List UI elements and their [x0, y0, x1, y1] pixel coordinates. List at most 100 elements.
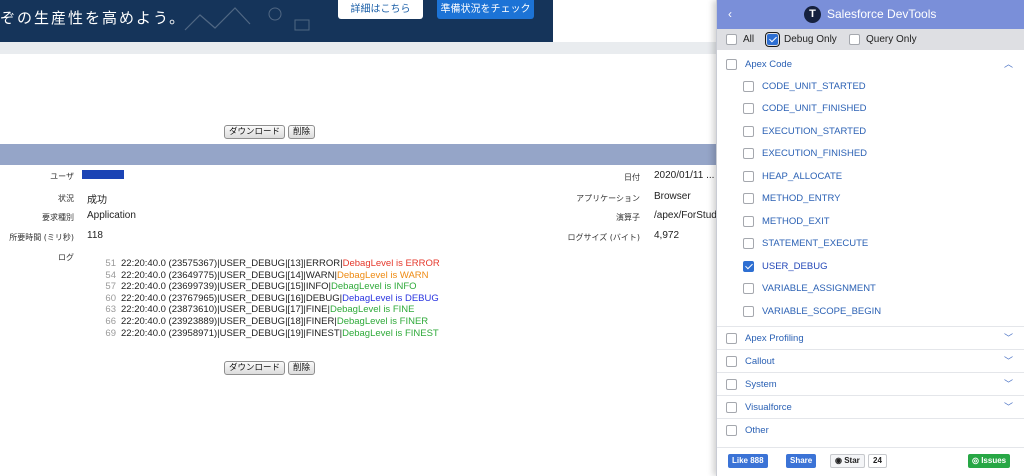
checkbox-icon[interactable]	[743, 282, 754, 294]
log-type-item[interactable]: CODE_UNIT_FINISHED	[717, 97, 1024, 119]
operation-value: /apex/ForStud	[654, 210, 717, 221]
log-type-label: VARIABLE_ASSIGNMENT	[762, 282, 876, 294]
checkbox-icon[interactable]	[743, 237, 754, 249]
github-issues-button[interactable]: ◎ Issues	[968, 454, 1011, 468]
line-number: 60	[105, 292, 116, 304]
checkbox-icon[interactable]	[743, 80, 754, 92]
log-line: 69 22:20:40.0 (23958971)|USER_DEBUG|[19]|…	[96, 328, 440, 340]
issues-label: Issues	[981, 456, 1007, 465]
checkbox-checked-icon[interactable]	[765, 32, 780, 47]
checkbox-icon[interactable]	[743, 102, 754, 114]
log-type-label: CODE_UNIT_FINISHED	[762, 102, 867, 114]
bottom-button-row: ダウンロード 削除	[224, 361, 316, 375]
category-visualforce[interactable]: Visualforce ﹀	[717, 396, 1024, 418]
check-readiness-button[interactable]: 準備状況をチェック	[437, 0, 534, 19]
log-type-item[interactable]: VARIABLE_ASSIGNMENT	[717, 277, 1024, 299]
facebook-like-button[interactable]: Like 888	[728, 454, 768, 468]
log-line: 63 22:20:40.0 (23873610)|USER_DEBUG|[17]|…	[96, 304, 440, 316]
log-line: 66 22:20:40.0 (23923889)|USER_DEBUG|[18]|…	[96, 316, 440, 328]
log-type-label: EXECUTION_STARTED	[762, 125, 867, 137]
details-button[interactable]: 詳細はこちら	[338, 0, 423, 19]
log-prefix: 22:20:40.0 (23767965)|USER_DEBUG|[16]|DE…	[121, 292, 343, 304]
checkbox-icon[interactable]	[743, 147, 754, 159]
log-prefix: 22:20:40.0 (23649775)|USER_DEBUG|[14]|WA…	[121, 269, 337, 281]
category-apex-code[interactable]: Apex Code ︿	[717, 53, 1024, 75]
log-message: DebagLevel is ERROR	[342, 258, 440, 269]
duration-value: 118	[87, 230, 103, 241]
download-button[interactable]: ダウンロード	[224, 125, 286, 139]
devtools-logo-icon: T	[804, 6, 821, 23]
github-icon: ◉	[835, 456, 845, 465]
date-value: 2020/01/11 ...	[654, 170, 715, 181]
checkbox-icon[interactable]	[726, 401, 737, 413]
delete-button[interactable]: 削除	[288, 125, 316, 139]
log-prefix: 22:20:40.0 (23873610)|USER_DEBUG|[17]|FI…	[121, 304, 330, 316]
log-type-item[interactable]: STATEMENT_EXECUTE	[717, 232, 1024, 254]
download-button[interactable]: ダウンロード	[224, 361, 286, 375]
issues-icon: ◎	[972, 456, 982, 465]
checkbox-icon[interactable]	[743, 305, 754, 317]
filter-all[interactable]: All	[726, 34, 754, 45]
duration-label: 所要時間 (ミリ秒)	[9, 233, 74, 242]
category-apex-profiling[interactable]: Apex Profiling ﹀	[717, 327, 1024, 349]
chevron-down-icon[interactable]: ﹀	[1004, 377, 1013, 390]
log-type-label: STATEMENT_EXECUTE	[762, 237, 869, 249]
log-type-item-user-debug[interactable]: USER_DEBUG	[717, 255, 1024, 277]
log-message: DebagLevel is DEBUG	[342, 292, 439, 304]
chevron-down-icon[interactable]: ﹀	[1004, 400, 1013, 413]
checkbox-icon[interactable]	[726, 332, 737, 344]
page-divider	[0, 42, 720, 54]
checkbox-icon[interactable]	[726, 378, 737, 390]
line-number: 57	[105, 281, 116, 293]
category-label: Apex Profiling	[745, 332, 804, 344]
log-type-item[interactable]: METHOD_ENTRY	[717, 187, 1024, 209]
request-type-value: Application	[87, 210, 136, 221]
user-link[interactable]	[82, 170, 124, 179]
log-prefix: 22:20:40.0 (23575367)|USER_DEBUG|[13]|ER…	[121, 258, 343, 269]
checkbox-icon[interactable]	[743, 125, 754, 137]
log-message: DebagLevel is FINEST	[342, 327, 439, 339]
chevron-up-icon[interactable]: ︿	[1004, 57, 1013, 70]
category-system[interactable]: System ﹀	[717, 373, 1024, 395]
checkbox-icon[interactable]	[726, 424, 737, 436]
log-type-label: VARIABLE_SCOPE_BEGIN	[762, 305, 882, 317]
chevron-down-icon[interactable]: ﹀	[1004, 331, 1013, 344]
chevron-down-icon[interactable]: ﹀	[1004, 354, 1013, 367]
line-number: 69	[105, 327, 116, 339]
filter-query-only-label: Query Only	[866, 34, 917, 45]
log-line: 51 22:20:40.0 (23575367)|USER_DEBUG|[13]|…	[96, 258, 440, 270]
log-type-item[interactable]: HEAP_ALLOCATE	[717, 165, 1024, 187]
filter-query-only[interactable]: Query Only	[849, 34, 917, 45]
checkbox-icon[interactable]	[743, 215, 754, 227]
checkbox-icon[interactable]	[726, 34, 737, 45]
filter-debug-only[interactable]: Debug Only	[765, 32, 837, 47]
checkbox-icon[interactable]	[726, 355, 737, 367]
section-header-bar	[0, 144, 720, 165]
log-type-label: USER_DEBUG	[762, 260, 828, 272]
panel-title: Salesforce DevTools	[827, 7, 937, 21]
checkbox-checked-icon[interactable]	[743, 260, 754, 272]
github-star-button[interactable]: ◉ Star	[830, 454, 865, 468]
banner-text: ぞの生産性を高めよう。	[0, 9, 187, 27]
log-type-item[interactable]: EXECUTION_FINISHED	[717, 142, 1024, 164]
checkbox-icon[interactable]	[743, 170, 754, 182]
log-line: 54 22:20:40.0 (23649775)|USER_DEBUG|[14]|…	[96, 270, 440, 282]
log-type-item[interactable]: EXECUTION_STARTED	[717, 120, 1024, 142]
operation-label: 演算子	[616, 213, 640, 222]
log-size-value: 4,972	[654, 230, 680, 241]
category-callout[interactable]: Callout ﹀	[717, 350, 1024, 372]
log-type-item[interactable]: VARIABLE_SCOPE_BEGIN	[717, 300, 1024, 322]
log-type-item[interactable]: METHOD_EXIT	[717, 210, 1024, 232]
checkbox-icon[interactable]	[743, 192, 754, 204]
filter-debug-only-label: Debug Only	[784, 34, 837, 45]
facebook-share-button[interactable]: Share	[786, 454, 817, 468]
delete-button[interactable]: 削除	[288, 361, 316, 375]
log-type-label: METHOD_ENTRY	[762, 192, 841, 204]
log-type-item[interactable]: CODE_UNIT_STARTED	[717, 75, 1024, 97]
back-arrow-icon[interactable]: ‹	[728, 7, 732, 21]
category-other[interactable]: Other	[717, 419, 1024, 441]
top-button-row: ダウンロード 削除	[224, 125, 316, 139]
checkbox-icon[interactable]	[849, 34, 860, 45]
checkbox-icon[interactable]	[726, 58, 737, 70]
log-size-label: ログサイズ (バイト)	[567, 233, 640, 242]
